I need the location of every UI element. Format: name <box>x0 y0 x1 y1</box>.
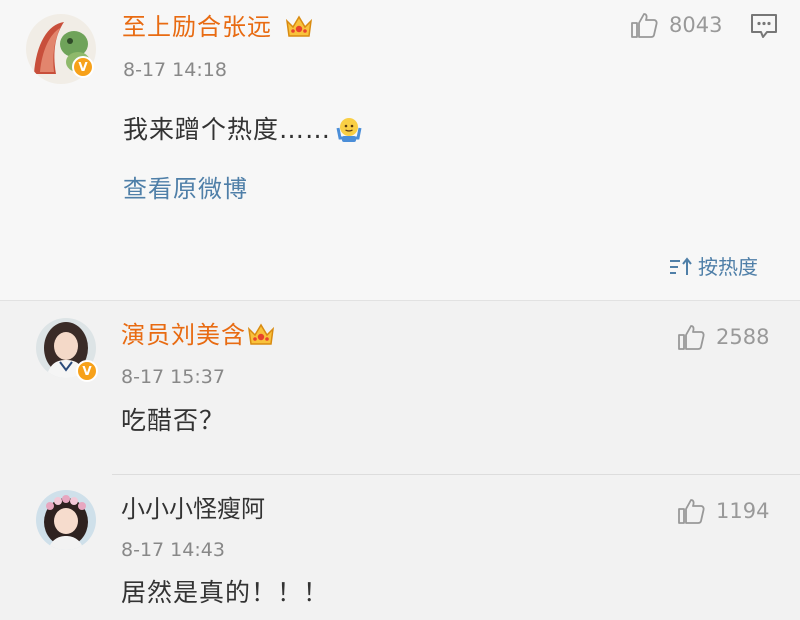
verified-badge: V <box>76 360 98 382</box>
comment-text: 吃醋否？ <box>121 406 226 435</box>
post-text-row: 我来蹭个热度…… <box>123 114 365 146</box>
comment-icon[interactable] <box>749 12 779 40</box>
thumbs-up-icon <box>678 499 705 524</box>
comment-author-name[interactable]: 小小小怪瘦阿 <box>121 494 265 524</box>
comment-like-count: 1194 <box>716 499 770 523</box>
comment-like-button[interactable]: 1194 <box>676 496 769 526</box>
original-post: V 至上励合张远 8-17 14:18 我来蹭个热度…… 查看原微博 8043 <box>0 0 800 300</box>
sort-label: 按热度 <box>698 255 758 279</box>
section-divider <box>0 300 800 301</box>
post-like-count: 8043 <box>669 13 723 37</box>
comment-timestamp: 8-17 15:37 <box>121 366 225 388</box>
post-timestamp: 8-17 14:18 <box>123 59 227 81</box>
comment-timestamp: 8-17 14:43 <box>121 539 225 561</box>
post-like-button[interactable]: 8043 <box>629 10 722 40</box>
verified-badge: V <box>72 56 94 78</box>
sort-by-hot-button[interactable]: 按热度 <box>668 252 758 282</box>
thumbs-up-icon <box>678 325 705 350</box>
comment-avatar[interactable] <box>36 490 96 550</box>
shrug-emoji-icon <box>336 118 362 142</box>
comment-divider <box>112 474 800 475</box>
crown-vip-icon <box>285 15 313 37</box>
crown-vip-icon <box>247 323 275 345</box>
post-author-name[interactable]: 至上励合张远 <box>122 12 272 42</box>
comment-author-name[interactable]: 演员刘美含 <box>121 320 246 350</box>
comment-like-button[interactable]: 2588 <box>676 322 769 352</box>
avatar-image <box>36 490 96 550</box>
post-text: 我来蹭个热度…… <box>123 115 332 144</box>
sort-icon <box>670 257 692 275</box>
view-original-link[interactable]: 查看原微博 <box>123 173 248 205</box>
comment-text: 居然是真的！！！ <box>121 578 330 607</box>
comment-like-count: 2588 <box>716 325 770 349</box>
thumbs-up-icon <box>631 13 658 38</box>
